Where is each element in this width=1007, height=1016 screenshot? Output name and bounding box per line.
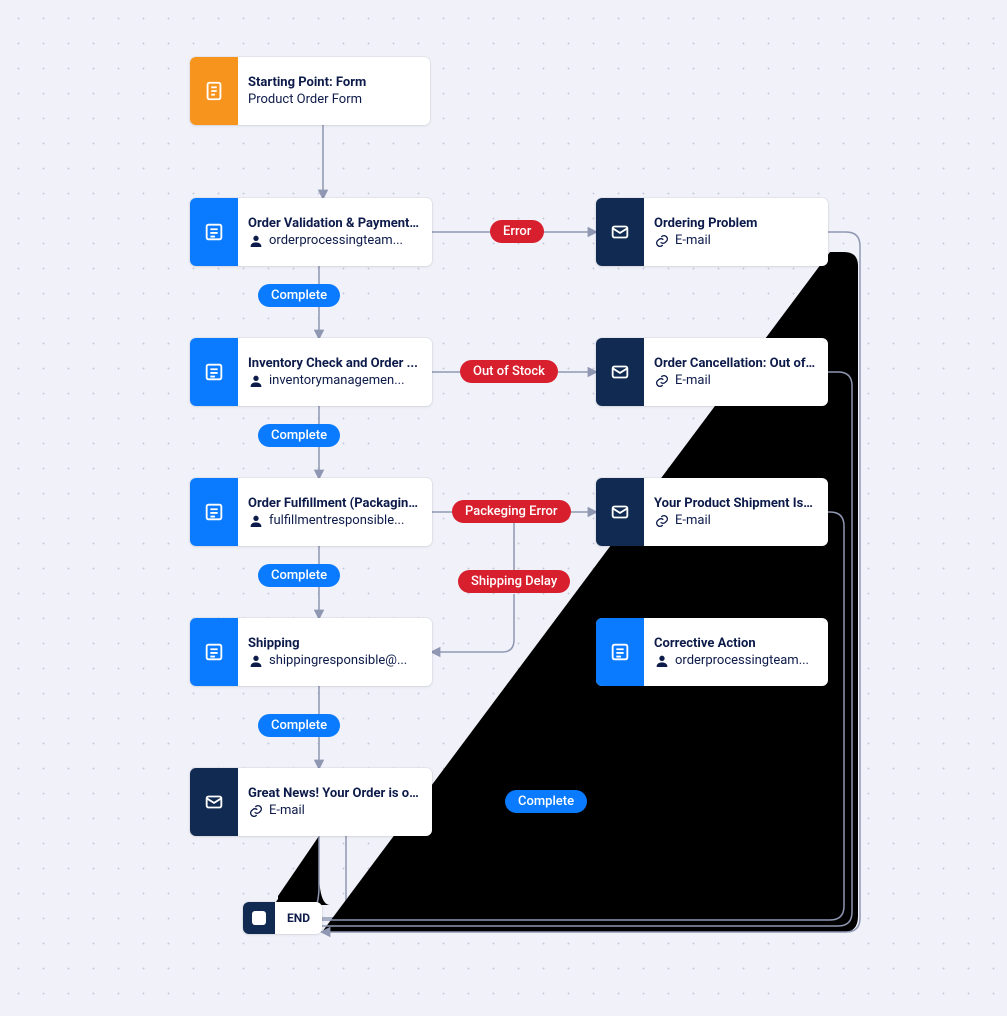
pill-error: Error: [490, 220, 544, 243]
email-icon: [596, 338, 644, 406]
pill-shipping-delay: Shipping Delay: [458, 570, 570, 593]
task-icon: [190, 338, 238, 406]
person-icon: [248, 653, 264, 669]
email-icon: [596, 478, 644, 546]
task-icon: [596, 618, 644, 686]
link-icon: [248, 803, 264, 819]
task-icon: [190, 198, 238, 266]
pill-complete-4: Complete: [258, 714, 340, 737]
node-subtitle: inventorymanagemen...: [248, 373, 420, 389]
node-title: Ordering Problem: [654, 216, 816, 231]
task-icon: [190, 618, 238, 686]
link-icon: [654, 513, 670, 529]
person-icon: [248, 513, 264, 529]
node-subtitle: E-mail: [248, 803, 420, 819]
task-icon: [190, 478, 238, 546]
node-validate[interactable]: Order Validation & Payment ... orderproc…: [190, 198, 432, 266]
link-icon: [654, 233, 670, 249]
node-inventory[interactable]: Inventory Check and Order ... inventorym…: [190, 338, 432, 406]
node-subtitle: shippingresponsible@...: [248, 653, 420, 669]
node-subtitle: orderprocessingteam...: [248, 233, 420, 249]
pill-complete-5: Complete: [505, 790, 587, 813]
node-subtitle: E-mail: [654, 233, 816, 249]
node-subtitle: orderprocessingteam...: [654, 653, 816, 669]
node-title: Order Cancellation: Out of St...: [654, 356, 816, 371]
email-icon: [190, 768, 238, 836]
node-subtitle: Product Order Form: [248, 92, 418, 107]
node-end[interactable]: END: [243, 902, 322, 934]
person-icon: [654, 653, 670, 669]
person-icon: [248, 373, 264, 389]
stop-icon: [243, 902, 275, 934]
node-title: Great News! Your Order is on...: [248, 786, 420, 801]
node-title: Order Validation & Payment ...: [248, 216, 420, 231]
node-order-cancellation[interactable]: Order Cancellation: Out of St... E-mail: [596, 338, 828, 406]
link-icon: [654, 373, 670, 389]
node-great-news[interactable]: Great News! Your Order is on... E-mail: [190, 768, 432, 836]
node-title: Shipping: [248, 636, 420, 651]
node-title: Corrective Action: [654, 636, 816, 651]
node-title: Your Product Shipment Is Del...: [654, 496, 816, 511]
node-subtitle: E-mail: [654, 513, 816, 529]
email-icon: [596, 198, 644, 266]
form-icon: [190, 57, 238, 125]
node-corrective-action[interactable]: Corrective Action orderprocessingteam...: [596, 618, 828, 686]
node-subtitle: E-mail: [654, 373, 816, 389]
pill-complete-1: Complete: [258, 284, 340, 307]
pill-packaging-error: Packeging Error: [452, 500, 571, 523]
end-label: END: [275, 911, 322, 925]
node-fulfillment[interactable]: Order Fulfillment (Packaging... fulfillm…: [190, 478, 432, 546]
node-subtitle: fulfillmentresponsible...: [248, 513, 420, 529]
node-shipment-delayed[interactable]: Your Product Shipment Is Del... E-mail: [596, 478, 828, 546]
node-shipping[interactable]: Shipping shippingresponsible@...: [190, 618, 432, 686]
pill-complete-2: Complete: [258, 424, 340, 447]
pill-complete-3: Complete: [258, 564, 340, 587]
node-title: Starting Point: Form: [248, 75, 418, 90]
node-title: Order Fulfillment (Packaging...: [248, 496, 420, 511]
node-ordering-problem[interactable]: Ordering Problem E-mail: [596, 198, 828, 266]
node-start[interactable]: Starting Point: Form Product Order Form: [190, 57, 430, 125]
pill-out-of-stock: Out of Stock: [460, 360, 558, 383]
node-title: Inventory Check and Order ...: [248, 356, 420, 371]
person-icon: [248, 233, 264, 249]
